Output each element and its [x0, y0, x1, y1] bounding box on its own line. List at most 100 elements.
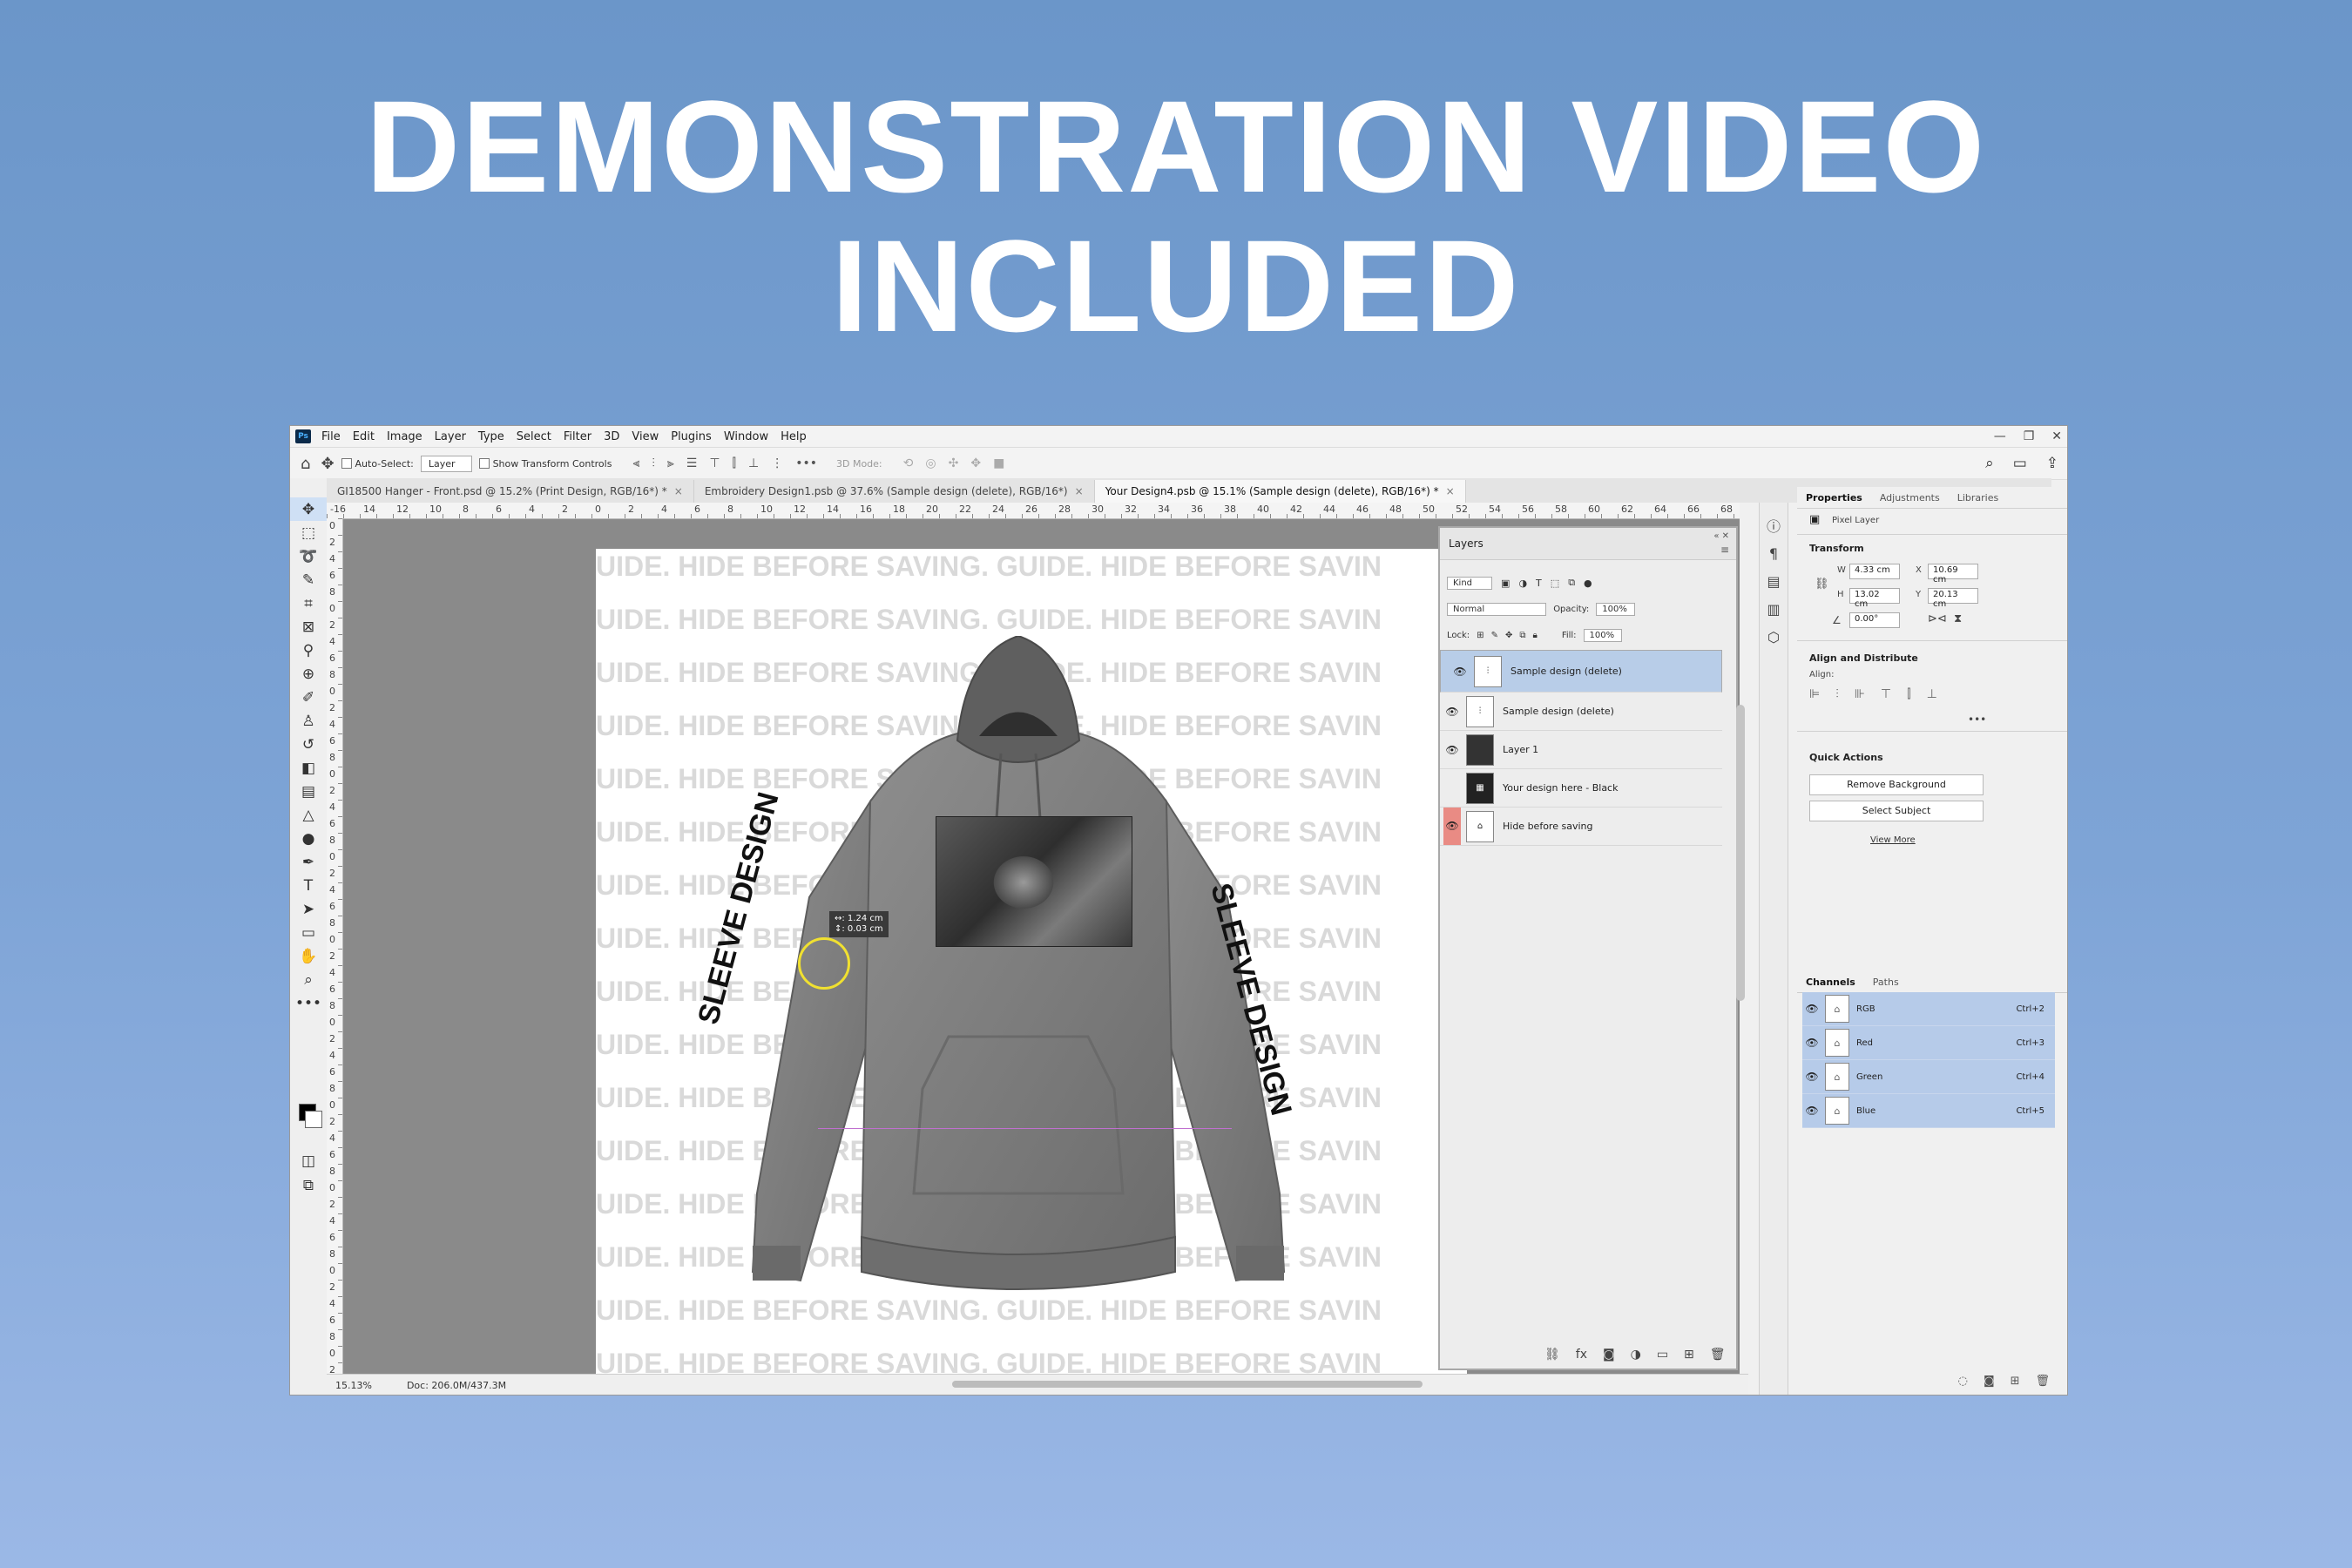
doc-tab[interactable]: Embroidery Design1.psb @ 37.6% (Sample d…: [694, 480, 1095, 503]
print-design-photo[interactable]: [936, 816, 1132, 947]
3d-slide-icon[interactable]: ✥: [970, 456, 981, 470]
load-selection-icon[interactable]: ◌: [1958, 1375, 1968, 1388]
channel-row[interactable]: 👁︎ ⌂ Blue Ctrl+5: [1802, 1094, 2055, 1128]
auto-select-checkbox[interactable]: [341, 458, 352, 469]
menu-type[interactable]: Type: [478, 430, 504, 443]
notes-icon[interactable]: ▥: [1760, 595, 1788, 623]
visibility-eye-off-icon[interactable]: ·: [1443, 782, 1461, 794]
lock-pixels-icon[interactable]: ⊞: [1477, 631, 1484, 640]
home-icon[interactable]: ⌂: [301, 455, 310, 473]
delete-layer-icon[interactable]: 🗑︎: [1710, 1348, 1726, 1362]
visibility-eye-icon[interactable]: 👁︎: [1443, 808, 1461, 845]
canvas-horizontal-scrollbar[interactable]: [952, 1381, 1423, 1388]
align-right-icon[interactable]: ⫸: [667, 456, 674, 470]
history-brush-tool-icon[interactable]: ↺: [290, 733, 327, 756]
doc-tab-active[interactable]: Your Design4.psb @ 15.1% (Sample design …: [1094, 480, 1466, 503]
move-tool-icon[interactable]: ✥: [290, 497, 327, 521]
fx-icon[interactable]: fx: [1576, 1348, 1587, 1362]
lock-brush-icon[interactable]: ✎: [1491, 631, 1498, 640]
tab-close-icon[interactable]: ×: [674, 485, 683, 497]
zoom-level[interactable]: 15.13%: [335, 1380, 372, 1391]
layers-tab[interactable]: Layers: [1449, 537, 1484, 550]
3d-orbit-icon[interactable]: ⟲: [903, 456, 914, 470]
stamp-tool-icon[interactable]: ♙: [290, 709, 327, 733]
layer-row[interactable]: 👁︎ ⌂ Hide before saving: [1440, 808, 1722, 846]
remove-background-button[interactable]: Remove Background: [1809, 774, 1984, 795]
select-subject-button[interactable]: Select Subject: [1809, 801, 1984, 821]
workspace-icon[interactable]: ▭: [2013, 455, 2027, 472]
visibility-eye-icon[interactable]: 👁︎: [1802, 1105, 1821, 1117]
filter-adjust-icon[interactable]: ◑: [1518, 578, 1527, 589]
menu-help[interactable]: Help: [781, 430, 807, 443]
angle-field[interactable]: 0.00°: [1849, 612, 1900, 628]
lock-position-icon[interactable]: ✥: [1505, 631, 1512, 640]
link-layers-icon[interactable]: ⛓: [1544, 1348, 1560, 1362]
screen-mode-icon[interactable]: ⧉: [290, 1173, 327, 1197]
menu-3d[interactable]: 3D: [604, 430, 619, 443]
transform-heading[interactable]: Transform: [1809, 543, 1864, 554]
filter-toggle-icon[interactable]: ●: [1584, 578, 1592, 589]
quick-actions-heading[interactable]: Quick Actions: [1809, 752, 1883, 763]
flip-horizontal-icon[interactable]: ⊳⊲: [1928, 612, 1947, 625]
more-options-icon[interactable]: •••: [1968, 713, 1986, 726]
align-middle-icon[interactable]: ⫿: [733, 456, 736, 470]
more-icon[interactable]: •••: [795, 456, 817, 470]
channel-row[interactable]: 👁︎ ⌂ Red Ctrl+3: [1802, 1026, 2055, 1060]
quick-mask-icon[interactable]: ◫: [290, 1149, 327, 1173]
layer-row[interactable]: · ▦ Your design here - Black: [1440, 769, 1722, 808]
share-icon[interactable]: ⇪: [2046, 455, 2058, 472]
zoom-tool-icon[interactable]: ⌕: [290, 968, 327, 991]
filter-smart-icon[interactable]: ⧉: [1568, 577, 1575, 589]
close-icon[interactable]: ✕: [2051, 429, 2062, 443]
lasso-tool-icon[interactable]: ➰: [290, 544, 327, 568]
doc-tab[interactable]: GI18500 Hanger - Front.psd @ 15.2% (Prin…: [327, 480, 694, 503]
menu-file[interactable]: File: [321, 430, 341, 443]
pen-tool-icon[interactable]: ✒: [290, 850, 327, 874]
tab-close-icon[interactable]: ×: [1446, 485, 1455, 497]
menu-image[interactable]: Image: [387, 430, 422, 443]
menu-layer[interactable]: Layer: [435, 430, 466, 443]
menu-window[interactable]: Window: [724, 430, 768, 443]
healing-tool-icon[interactable]: ⊕: [290, 662, 327, 686]
tab-adjustments[interactable]: Adjustments: [1871, 492, 1949, 504]
tab-close-icon[interactable]: ×: [1075, 485, 1084, 497]
distribute-v-icon[interactable]: ⋮: [771, 456, 783, 470]
filter-shape-icon[interactable]: ⬚: [1551, 578, 1559, 589]
minimize-icon[interactable]: —: [1994, 429, 2006, 443]
history-icon[interactable]: ▤: [1760, 567, 1788, 595]
width-field[interactable]: 4.33 cm: [1849, 564, 1900, 579]
menu-plugins[interactable]: Plugins: [671, 430, 712, 443]
save-selection-icon[interactable]: ◙: [1984, 1375, 1995, 1388]
layer-row[interactable]: 👁︎ ⫶ Sample design (delete): [1440, 650, 1722, 693]
new-group-icon[interactable]: ▭: [1657, 1348, 1668, 1362]
menu-view[interactable]: View: [632, 430, 659, 443]
blur-tool-icon[interactable]: △: [290, 803, 327, 827]
align-right-edges-icon[interactable]: ⊪: [1855, 687, 1865, 701]
paragraph-icon[interactable]: ¶: [1760, 539, 1788, 567]
3d-cube-icon[interactable]: ⬡: [1760, 623, 1788, 651]
align-center-icon[interactable]: ⫶: [652, 456, 655, 470]
visibility-eye-icon[interactable]: 👁︎: [1802, 1003, 1821, 1015]
search-icon[interactable]: ⌕: [1985, 455, 1994, 472]
auto-select-option[interactable]: Auto-Select:: [341, 458, 414, 470]
path-select-tool-icon[interactable]: ➤: [290, 897, 327, 921]
type-tool-icon[interactable]: T: [290, 874, 327, 897]
menu-select[interactable]: Select: [517, 430, 551, 443]
visibility-eye-icon[interactable]: 👁︎: [1443, 744, 1461, 756]
marquee-tool-icon[interactable]: ⬚: [290, 521, 327, 544]
visibility-eye-icon[interactable]: 👁︎: [1802, 1037, 1821, 1049]
auto-select-dropdown[interactable]: Layer: [420, 455, 472, 472]
fill-field[interactable]: 100%: [1583, 628, 1623, 642]
add-mask-icon[interactable]: ◙: [1603, 1348, 1615, 1362]
crop-tool-icon[interactable]: ⌗: [290, 591, 327, 615]
document-canvas[interactable]: UIDE. HIDE BEFORE SAVING. GUIDE. HIDE BE…: [596, 549, 1467, 1374]
opacity-field[interactable]: 100%: [1596, 602, 1635, 616]
filter-kind-select[interactable]: Kind: [1447, 576, 1493, 590]
y-field[interactable]: 20.13 cm: [1928, 588, 1978, 609]
filter-pixel-icon[interactable]: ▣: [1501, 578, 1510, 589]
distribute-icon[interactable]: ☰: [686, 456, 698, 470]
gradient-tool-icon[interactable]: ▤: [290, 780, 327, 803]
align-top-edges-icon[interactable]: ⊤: [1881, 687, 1891, 701]
x-field[interactable]: 10.69 cm: [1928, 564, 1978, 585]
canvas-vertical-scrollbar[interactable]: [1736, 705, 1745, 1001]
